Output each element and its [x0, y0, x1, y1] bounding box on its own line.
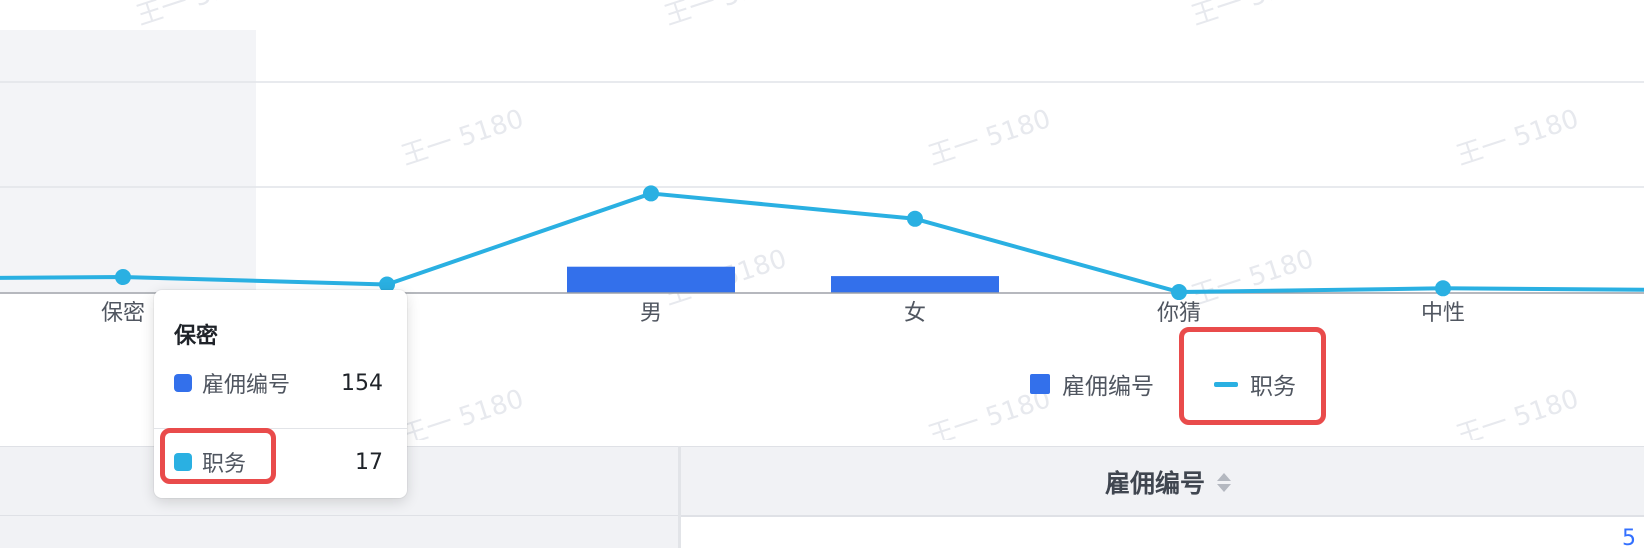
legend-item-employee-id[interactable]: 雇佣编号 [1030, 367, 1154, 401]
table-body-cell [0, 516, 678, 548]
tooltip-value: 17 [355, 449, 383, 475]
line-point [643, 185, 659, 202]
tooltip-row-position: 职务 17 [174, 446, 383, 478]
legend-label: 雇佣编号 [1062, 374, 1154, 400]
x-tick-label: 中性 [1421, 301, 1465, 326]
line-point [907, 210, 923, 227]
tooltip-color-swatch [174, 453, 192, 471]
tooltip-label: 雇佣编号 [202, 373, 291, 398]
line-point [1171, 284, 1187, 301]
x-tick-label: 男 [640, 301, 662, 326]
tooltip-value: 154 [341, 370, 383, 396]
chart-tooltip: 保密 雇佣编号 154 职务 17 [154, 290, 407, 498]
watermark-text: 王一 5180 [133, 0, 263, 32]
column-header-label: 雇佣编号 [1105, 469, 1206, 498]
watermark-text: 王一 5180 [1453, 384, 1583, 440]
column-header-employee-id[interactable]: 雇佣编号 [1105, 464, 1232, 500]
table-cell-value[interactable]: 5 [1622, 526, 1636, 551]
sort-icon[interactable] [1217, 472, 1232, 492]
column-divider [678, 446, 681, 548]
tooltip-color-swatch [174, 374, 192, 392]
line-point [1435, 280, 1451, 297]
tooltip-label: 职务 [202, 452, 247, 477]
watermark-text: 王一 5180 [1188, 0, 1318, 32]
line-point [115, 269, 131, 286]
bar-女 [831, 276, 999, 293]
watermark-text: 王一 5180 [661, 0, 791, 32]
x-tick-label: 女 [904, 301, 926, 326]
tooltip-title: 保密 [174, 324, 219, 349]
watermark-text: 王一 5180 [398, 104, 528, 172]
tooltip-divider [154, 428, 407, 429]
watermark-text: 王一 5180 [925, 104, 1055, 172]
legend-label: 职务 [1250, 374, 1296, 400]
watermark-text: 王一 5180 [1188, 244, 1318, 312]
x-tick-label: 保密 [101, 301, 145, 326]
x-tick-label: 你猜 [1157, 301, 1201, 326]
hover-band [0, 30, 256, 292]
legend-line-icon [1214, 381, 1238, 387]
watermark-text: 王一 5180 [398, 384, 528, 440]
watermark-text: 王一 5180 [1453, 104, 1583, 172]
bar-男 [567, 266, 735, 293]
tooltip-row-employee-id: 雇佣编号 154 [174, 367, 383, 399]
legend-item-position[interactable]: 职务 [1214, 367, 1296, 401]
legend-square-icon [1030, 374, 1050, 394]
